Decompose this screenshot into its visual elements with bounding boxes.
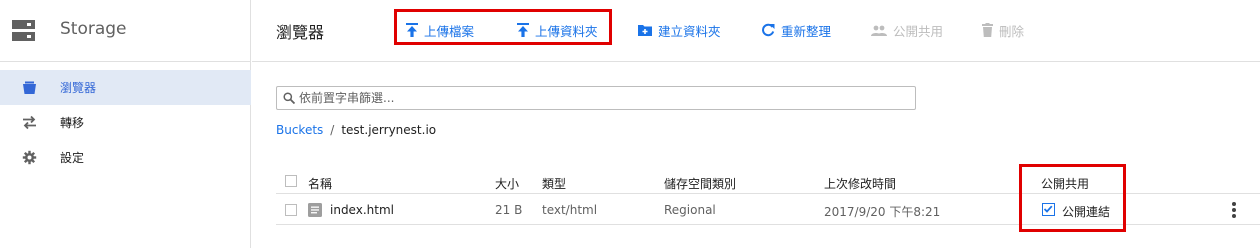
bucket-icon [23, 81, 36, 94]
upload-buttons-highlight-box [394, 9, 612, 45]
file-storage-class: Regional [664, 203, 716, 217]
prefix-filter [276, 86, 916, 110]
sidebar-item-settings[interactable]: 設定 [0, 140, 251, 175]
delete-label: 刪除 [999, 23, 1025, 39]
share-publicly-label: 公開共用 [893, 23, 944, 39]
column-header-name[interactable]: 名稱 [308, 175, 332, 192]
product-name: Storage [60, 19, 127, 39]
create-folder-icon [638, 25, 652, 36]
file-size: 21 B [495, 203, 523, 217]
column-header-storage-class[interactable]: 儲存空間類別 [664, 175, 736, 192]
sidebar-item-label: 設定 [60, 151, 85, 165]
transfer-icon [23, 115, 36, 130]
refresh-button[interactable]: 重新整理 [761, 21, 831, 39]
column-header-size[interactable]: 大小 [495, 175, 519, 192]
breadcrumb-buckets-link[interactable]: Buckets [276, 123, 323, 137]
file-last-modified: 2017/9/20 下午8:21 [824, 205, 941, 219]
more-options-icon[interactable] [1231, 202, 1237, 218]
breadcrumb-current-bucket: test.jerrynest.io [341, 123, 437, 137]
share-publicly-button[interactable]: 公開共用 [871, 21, 943, 39]
public-column-highlight-box [1019, 164, 1126, 232]
refresh-icon [762, 23, 775, 37]
trash-icon [982, 23, 993, 37]
column-header-last-modified[interactable]: 上次修改時間 [824, 175, 896, 192]
sidebar-item-browser[interactable]: 瀏覽器 [0, 70, 251, 105]
sidebar-item-label: 轉移 [60, 116, 85, 130]
sidebar-nav: 瀏覽器 轉移 設定 [0, 70, 251, 175]
file-name-link[interactable]: index.html [330, 203, 394, 217]
refresh-label: 重新整理 [781, 23, 832, 39]
file-type: text/html [542, 203, 598, 217]
people-icon [871, 25, 887, 36]
page-title: 瀏覽器 [276, 23, 325, 42]
file-icon [308, 203, 322, 217]
delete-button[interactable]: 刪除 [982, 21, 1024, 39]
prefix-filter-input[interactable] [299, 89, 909, 107]
sidebar-header: Storage [0, 0, 251, 62]
search-icon [283, 92, 295, 104]
storage-logo-icon [12, 19, 35, 42]
select-all-checkbox[interactable] [285, 175, 297, 187]
sidebar: Storage 瀏覽器 轉移 設定 [0, 0, 251, 248]
create-folder-button[interactable]: 建立資料夾 [638, 21, 721, 39]
breadcrumb: Buckets / test.jerrynest.io [276, 123, 436, 137]
sidebar-item-label: 瀏覽器 [60, 81, 97, 95]
storage-browser-app: Storage 瀏覽器 轉移 設定 瀏覽器 上傳檔案 上傳資料夾 建立資料夾 重… [0, 0, 1260, 248]
sidebar-item-transfer[interactable]: 轉移 [0, 105, 251, 140]
column-header-type[interactable]: 類型 [542, 175, 566, 192]
breadcrumb-separator: / [330, 123, 335, 137]
toolbar: 瀏覽器 上傳檔案 上傳資料夾 建立資料夾 重新整理 公開共用 刪除 [252, 0, 1260, 62]
row-checkbox[interactable] [285, 204, 297, 216]
create-folder-label: 建立資料夾 [658, 23, 721, 39]
gear-icon [22, 150, 37, 165]
